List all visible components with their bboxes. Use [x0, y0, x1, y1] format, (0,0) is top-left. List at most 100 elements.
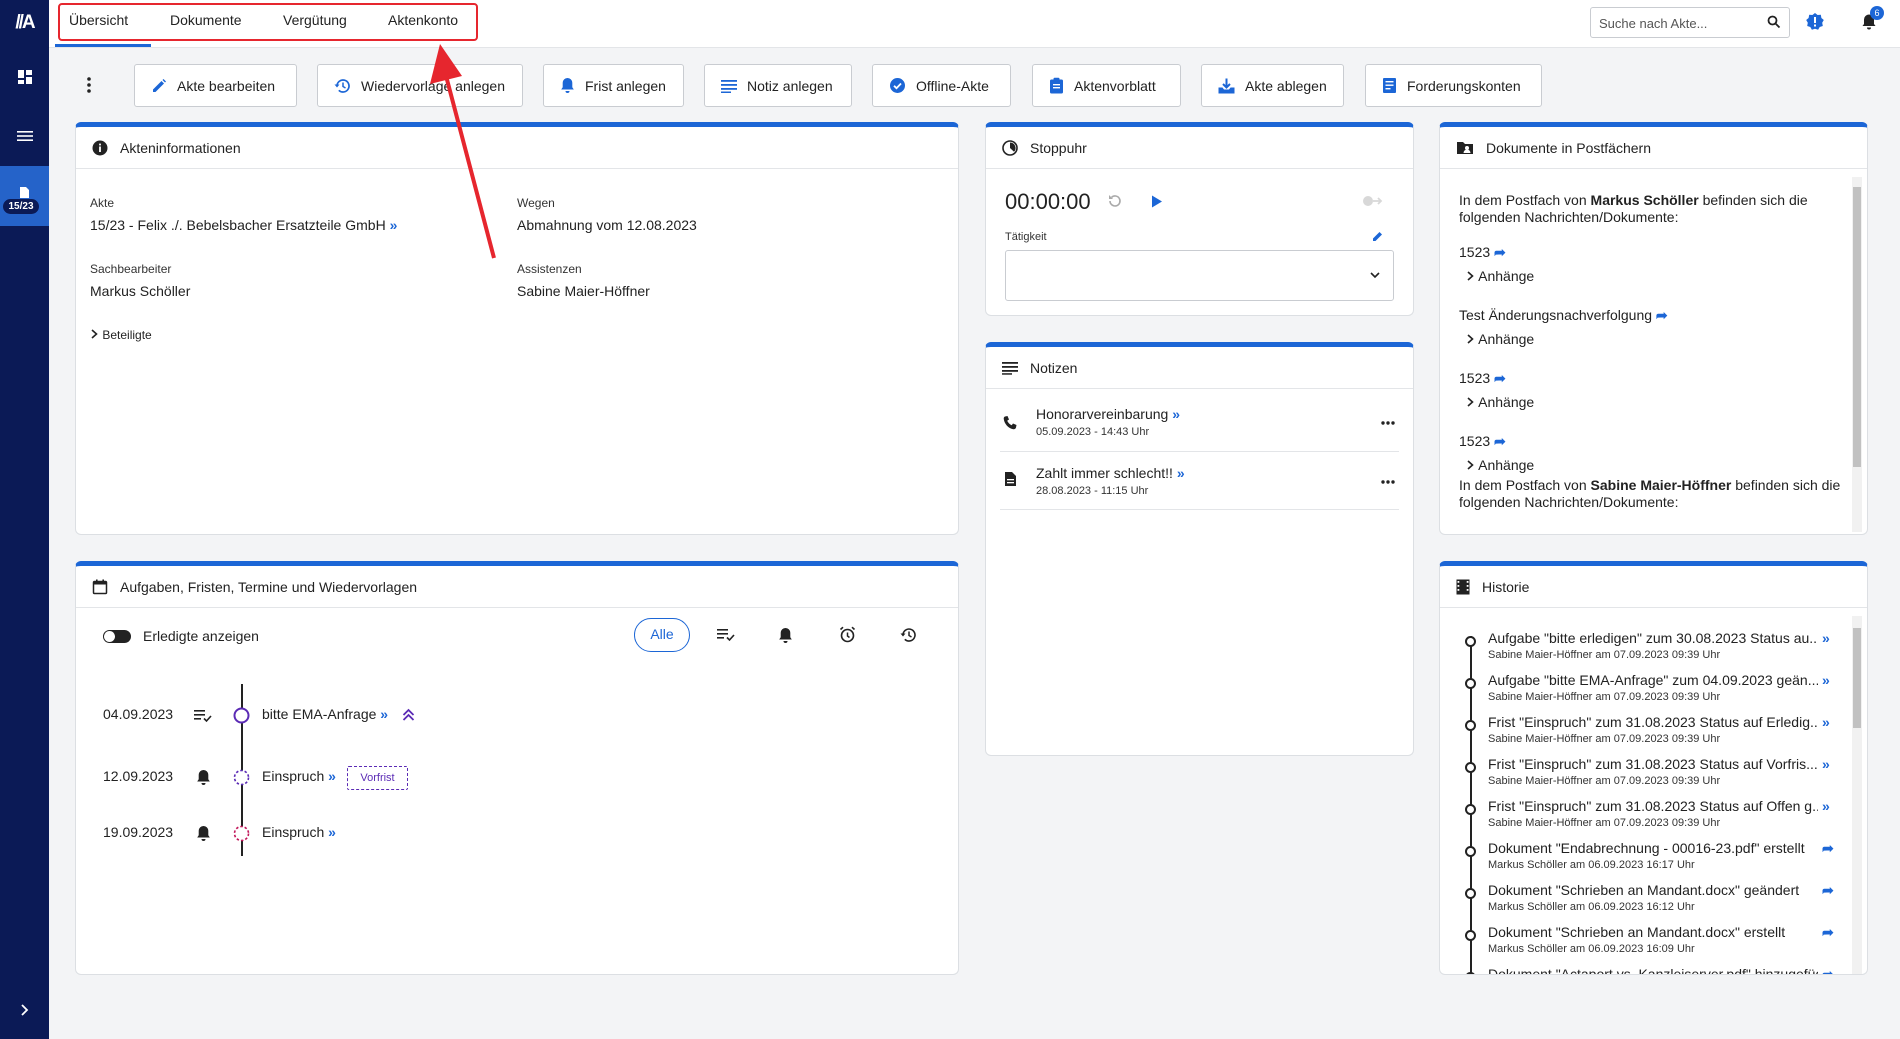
history-dot — [1465, 636, 1476, 647]
mailbox-message[interactable]: 1523 ➦ — [1459, 244, 1506, 261]
share-arrow-icon[interactable]: ➦ — [1822, 840, 1834, 857]
attachments-toggle[interactable]: Anhänge — [1466, 268, 1534, 284]
menu-icon[interactable] — [0, 116, 49, 156]
attachments-toggle[interactable]: Anhänge — [1466, 457, 1534, 473]
search-icon[interactable] — [1767, 15, 1781, 29]
edit-file-button[interactable]: Akte bearbeiten — [134, 64, 297, 107]
history-entry[interactable]: Dokument "Endabrechnung - 00016-23.pdf" … — [1440, 840, 1850, 880]
alert-icon[interactable] — [1805, 12, 1825, 32]
activity-select[interactable] — [1005, 250, 1394, 301]
history-entry[interactable]: Aufgabe "bitte erledigen" zum 30.08.2023… — [1440, 630, 1850, 670]
sidebar-item-current-file[interactable] — [0, 166, 49, 226]
task-status-circle-icon — [233, 707, 250, 724]
history-dot — [1465, 972, 1476, 974]
folder-user-icon — [1457, 142, 1473, 154]
open-entry-icon[interactable]: » — [1822, 672, 1830, 688]
filter-deadlines-icon[interactable] — [778, 627, 793, 644]
mailbox-message[interactable]: 1523 ➦ — [1459, 433, 1506, 450]
info-icon — [92, 140, 108, 155]
expand-sidebar-icon[interactable] — [0, 990, 49, 1030]
add-deadline-button[interactable]: Frist anlegen — [543, 64, 684, 107]
dashboard-icon[interactable] — [0, 57, 49, 97]
search-input[interactable] — [1599, 14, 1759, 32]
mailbox-scrollbar[interactable] — [1852, 177, 1862, 532]
open-entry-icon[interactable]: » — [1822, 798, 1830, 814]
history-icon — [334, 78, 350, 93]
attachments-toggle[interactable]: Anhänge — [1466, 331, 1534, 347]
transfer-time-icon[interactable] — [1362, 195, 1384, 207]
filter-appointments-icon[interactable] — [839, 626, 856, 643]
stopwatch-header: Stoppuhr — [986, 127, 1413, 169]
stopwatch-title: Stoppuhr — [1030, 139, 1087, 156]
history-header: Historie — [1440, 566, 1867, 608]
claim-accounts-button[interactable]: Forderungskonten — [1365, 64, 1542, 107]
mailbox-intro-2-line2: folgenden Nachrichten/Dokumente: — [1459, 494, 1679, 510]
history-scrollbar[interactable] — [1852, 616, 1862, 974]
task-title[interactable]: Einspruch » — [262, 768, 336, 784]
receipt-icon — [1383, 78, 1396, 93]
open-entry-icon[interactable]: » — [1822, 756, 1830, 772]
file-info-title: Akteninformationen — [120, 139, 241, 156]
mailbox-message[interactable]: Test Änderungsnachverfolgung ➦ — [1459, 307, 1668, 324]
history-entry-meta: Sabine Maier-Höffner am 07.09.2023 09:39… — [1488, 775, 1721, 787]
task-title[interactable]: bitte EMA-Anfrage » — [262, 706, 388, 722]
stopwatch-time: 00:00:00 — [1005, 189, 1091, 214]
history-scrollbar-thumb[interactable] — [1853, 628, 1861, 728]
share-arrow-icon[interactable]: ➦ — [1822, 924, 1834, 941]
filter-tasks-icon[interactable] — [717, 628, 735, 642]
reset-icon[interactable] — [1107, 193, 1123, 209]
share-arrow-icon[interactable]: ➦ — [1822, 882, 1834, 899]
subject-label: Wegen — [517, 196, 555, 210]
offline-file-button[interactable]: Offline-Akte — [872, 64, 1011, 107]
document-icon — [1005, 472, 1016, 486]
task-status-dashed-circle-icon — [233, 769, 250, 786]
file-cover-sheet-label: Aktenvorblatt — [1074, 77, 1156, 94]
stopwatch-card: Stoppuhr 00:00:00 Tätigkeit — [985, 122, 1414, 316]
show-completed-toggle[interactable] — [103, 630, 131, 643]
file-cover-sheet-button[interactable]: Aktenvorblatt — [1032, 64, 1181, 107]
more-vertical-icon[interactable] — [87, 76, 91, 94]
participants-label: Beteiligte — [102, 328, 152, 342]
pencil-icon[interactable] — [1372, 230, 1384, 242]
app-logo[interactable]: //A — [8, 12, 41, 33]
activity-label: Tätigkeit — [1005, 231, 1047, 243]
history-entry[interactable]: Dokument "Schrieben an Mandant.docx" ers… — [1440, 924, 1850, 964]
share-arrow-icon[interactable]: ➦ — [1822, 966, 1834, 974]
history-entry-meta: Markus Schöller am 06.09.2023 16:12 Uhr — [1488, 901, 1695, 913]
open-entry-icon[interactable]: » — [1822, 714, 1830, 730]
note-title[interactable]: Zahlt immer schlecht!! » — [1036, 465, 1185, 481]
filter-all-button[interactable]: Alle — [634, 618, 690, 652]
participants-toggle[interactable]: Beteiligte — [90, 328, 152, 342]
history-entry[interactable]: Dokument "Schrieben an Mandant.docx" geä… — [1440, 882, 1850, 922]
history-entry[interactable]: Frist "Einspruch" zum 31.08.2023 Status … — [1440, 756, 1850, 796]
archive-file-button[interactable]: Akte ablegen — [1201, 64, 1344, 107]
attachments-toggle[interactable]: Anhänge — [1466, 394, 1534, 410]
chevron-right-icon — [91, 329, 98, 339]
mailbox-scrollbar-thumb[interactable] — [1853, 187, 1861, 467]
note-title[interactable]: Honorarvereinbarung » — [1036, 406, 1180, 422]
history-entry[interactable]: Dokument "Actaport vs. Kanzleiserver.pdf… — [1440, 966, 1850, 974]
chevron-right-icon — [1467, 397, 1474, 407]
history-entry[interactable]: Aufgabe "bitte EMA-Anfrage" zum 04.09.20… — [1440, 672, 1850, 712]
mailbox-message[interactable]: 1523 ➦ — [1459, 370, 1506, 387]
file-info-header: Akteninformationen — [76, 127, 958, 169]
mailbox-intro-1: In dem Postfach von Markus Schöller befi… — [1459, 192, 1808, 208]
open-entry-icon[interactable]: » — [1822, 630, 1830, 646]
edit-file-label: Akte bearbeiten — [177, 77, 276, 94]
file-value[interactable]: 15/23 - Felix ./. Bebelsbacher Ersatztei… — [90, 217, 397, 233]
add-note-button[interactable]: Notiz anlegen — [704, 64, 852, 107]
more-horizontal-icon[interactable] — [1381, 480, 1395, 484]
file-label: Akte — [90, 196, 115, 210]
search-box[interactable] — [1590, 7, 1790, 38]
note-divider — [1000, 451, 1399, 452]
task-title[interactable]: Einspruch » — [262, 824, 336, 840]
task-icon — [194, 710, 212, 723]
history-entry[interactable]: Frist "Einspruch" zum 31.08.2023 Status … — [1440, 798, 1850, 838]
mailbox-intro-2: In dem Postfach von Sabine Maier-Höffner… — [1459, 477, 1841, 493]
history-dot — [1465, 678, 1476, 689]
filter-resubmissions-icon[interactable] — [900, 627, 917, 643]
download-tray-icon — [1218, 78, 1235, 93]
play-icon[interactable] — [1151, 195, 1163, 208]
more-horizontal-icon[interactable] — [1381, 421, 1395, 425]
history-entry[interactable]: Frist "Einspruch" zum 31.08.2023 Status … — [1440, 714, 1850, 754]
